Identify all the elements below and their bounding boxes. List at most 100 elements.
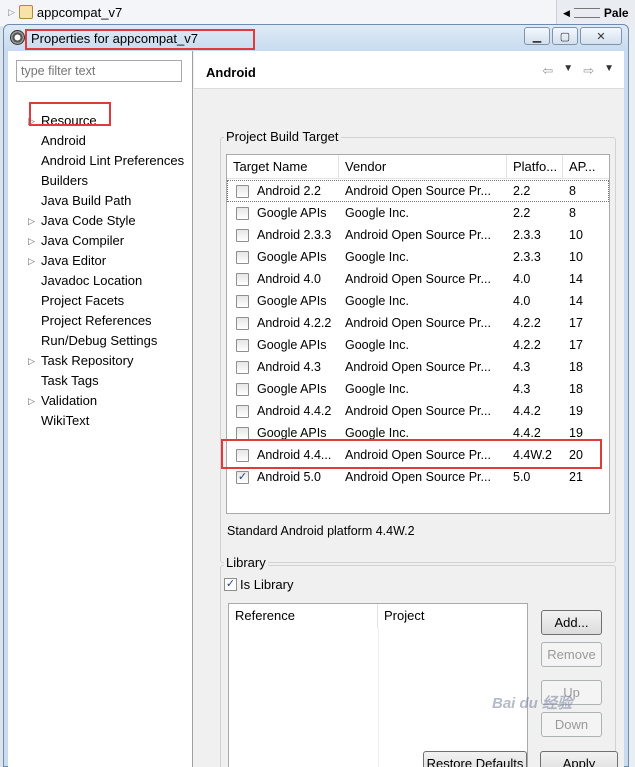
expand-arrow-icon[interactable]: ▷	[28, 211, 35, 231]
checkbox-icon[interactable]	[236, 361, 249, 374]
back-arrow-icon[interactable]: ⇦	[542, 63, 553, 79]
target-name-cell: Android 2.3.3	[257, 228, 332, 242]
build-target-row[interactable]: Android 4.4.2 Android Open Source Pr... 4.…	[227, 400, 609, 422]
sidebar-item-label: Java Build Path	[41, 193, 132, 208]
workspace-edge-right	[628, 26, 635, 767]
library-references-table: Reference Project	[228, 603, 528, 767]
api-level-cell: 19	[569, 404, 583, 418]
vendor-cell: Android Open Source Pr...	[345, 184, 491, 198]
filter-field[interactable]	[16, 60, 182, 82]
dialog-body: ▷ResourceAndroidAndroid Lint Preferences…	[8, 51, 624, 767]
sidebar-item[interactable]: ▷ Validation	[8, 391, 193, 411]
sidebar-item[interactable]: Task Tags	[8, 371, 193, 391]
back-menu-icon[interactable]: ▼	[563, 63, 573, 79]
vendor-cell: Android Open Source Pr...	[345, 404, 491, 418]
api-level-cell: 8	[569, 184, 576, 198]
vendor-cell: Google Inc.	[345, 382, 409, 396]
checkbox-icon[interactable]	[236, 317, 249, 330]
expand-arrow-icon[interactable]: ▷	[28, 231, 35, 251]
sidebar-item-label: WikiText	[41, 413, 90, 428]
expand-arrow-icon[interactable]: ▷	[28, 351, 35, 371]
close-button[interactable]: ✕	[580, 27, 622, 45]
sidebar-item[interactable]: ▷ Task Repository	[8, 351, 193, 371]
sidebar-item-label: Project Facets	[41, 293, 125, 308]
checkbox-icon[interactable]	[236, 405, 249, 418]
build-target-row[interactable]: Google APIs Google Inc. 2.3.3 10	[227, 246, 609, 268]
history-nav: ⇦ ▼ ⇨ ▼	[542, 63, 614, 79]
build-target-row[interactable]: ✓ Android 5.0 Android Open Source Pr... 5.0…	[227, 466, 609, 488]
build-target-row[interactable]: Android 4.0 Android Open Source Pr... 4.0 1…	[227, 268, 609, 290]
remove-library-button[interactable]: Remove	[541, 642, 602, 667]
palette-view-label: Pale	[603, 6, 629, 20]
checkbox-icon[interactable]	[236, 251, 249, 264]
is-library-checkbox[interactable]: ✓ Is Library	[224, 577, 293, 592]
apply-button[interactable]: Apply	[540, 751, 618, 767]
is-library-label: Is Library	[240, 577, 294, 592]
checkbox-icon[interactable]	[236, 339, 249, 352]
checkbox-icon[interactable]	[236, 185, 249, 198]
palette-icon	[573, 8, 600, 18]
column-header-api-level[interactable]: AP...	[563, 155, 609, 179]
build-target-row[interactable]: Google APIs Google Inc. 4.3 18	[227, 378, 609, 400]
sidebar-item-label: Task Repository	[41, 353, 134, 368]
platform-cell: 4.3	[513, 360, 531, 374]
platform-cell: 4.4.2	[513, 404, 541, 418]
sidebar-item-label: Java Compiler	[41, 233, 125, 248]
expand-arrow-icon[interactable]: ▷	[28, 391, 35, 411]
restore-defaults-button[interactable]: Restore Defaults	[423, 751, 527, 767]
sidebar-item[interactable]: Project Facets	[8, 291, 193, 311]
maximize-icon: ▢	[559, 30, 571, 43]
sidebar-item[interactable]: WikiText	[8, 411, 193, 431]
checkbox-icon[interactable]	[236, 295, 249, 308]
property-page-nav: ▷ResourceAndroidAndroid Lint Preferences…	[8, 51, 193, 767]
build-target-row[interactable]: Google APIs Google Inc. 4.0 14	[227, 290, 609, 312]
checkbox-icon[interactable]	[236, 273, 249, 286]
column-header-target-name[interactable]: Target Name	[227, 155, 339, 179]
column-header-reference[interactable]: Reference	[229, 604, 378, 628]
api-level-cell: 14	[569, 294, 583, 308]
sidebar-item[interactable]: Java Build Path	[8, 191, 193, 211]
maximize-button[interactable]: ▢	[552, 27, 578, 45]
sidebar-item[interactable]: ▷ Java Editor	[8, 251, 193, 271]
editor-tab[interactable]: ▷ appcompat_v7	[8, 2, 122, 22]
column-header-vendor[interactable]: Vendor	[339, 155, 507, 179]
forward-arrow-icon[interactable]: ⇨	[583, 63, 594, 79]
build-target-row[interactable]: Android 2.2 Android Open Source Pr... 2.2 8	[227, 180, 609, 202]
view-menu-icon[interactable]: ▼	[604, 63, 614, 79]
vendor-cell: Google Inc.	[345, 294, 409, 308]
sidebar-item[interactable]: ▷ Java Compiler	[8, 231, 193, 251]
column-header-platform[interactable]: Platfo...	[507, 155, 563, 179]
sidebar-item[interactable]: Project References	[8, 311, 193, 331]
expand-arrow-icon[interactable]: ▷	[28, 251, 35, 271]
sidebar-item[interactable]: ▷ Java Code Style	[8, 211, 193, 231]
sidebar-item-label: Java Code Style	[41, 213, 136, 228]
vendor-cell: Android Open Source Pr...	[345, 228, 491, 242]
minimize-button[interactable]: ▁	[524, 27, 550, 45]
palette-view-tab[interactable]: ◀ Pale	[556, 0, 635, 26]
sidebar-item[interactable]: Builders	[8, 171, 193, 191]
build-target-row[interactable]: Google APIs Google Inc. 4.2.2 17	[227, 334, 609, 356]
minimize-icon: ▁	[532, 30, 542, 43]
sidebar-item[interactable]: Javadoc Location	[8, 271, 193, 291]
filter-input[interactable]	[21, 64, 177, 78]
build-target-row[interactable]: Android 4.3 Android Open Source Pr... 4.3 1…	[227, 356, 609, 378]
sidebar-item[interactable]: Android Lint Preferences	[8, 151, 193, 171]
api-level-cell: 17	[569, 338, 583, 352]
build-target-row[interactable]: Android 4.2.2 Android Open Source Pr... 4.…	[227, 312, 609, 334]
move-down-button[interactable]: Down	[541, 712, 602, 737]
sidebar-item[interactable]: Android	[8, 131, 193, 151]
api-level-cell: 21	[569, 470, 583, 484]
vendor-cell: Google Inc.	[345, 206, 409, 220]
build-target-row[interactable]: Android 2.3.3 Android Open Source Pr... 2.…	[227, 224, 609, 246]
checkbox-icon[interactable]	[236, 383, 249, 396]
checkbox-icon[interactable]	[236, 207, 249, 220]
add-library-button[interactable]: Add...	[541, 610, 602, 635]
checkbox-checked-icon[interactable]: ✓	[236, 471, 249, 484]
column-header-project[interactable]: Project	[378, 604, 527, 628]
is-library-check-icon[interactable]: ✓	[224, 578, 237, 591]
sidebar-item-label: Run/Debug Settings	[41, 333, 158, 348]
checkbox-icon[interactable]	[236, 229, 249, 242]
platform-cell: 4.3	[513, 382, 531, 396]
sidebar-item[interactable]: Run/Debug Settings	[8, 331, 193, 351]
build-target-row[interactable]: Google APIs Google Inc. 2.2 8	[227, 202, 609, 224]
